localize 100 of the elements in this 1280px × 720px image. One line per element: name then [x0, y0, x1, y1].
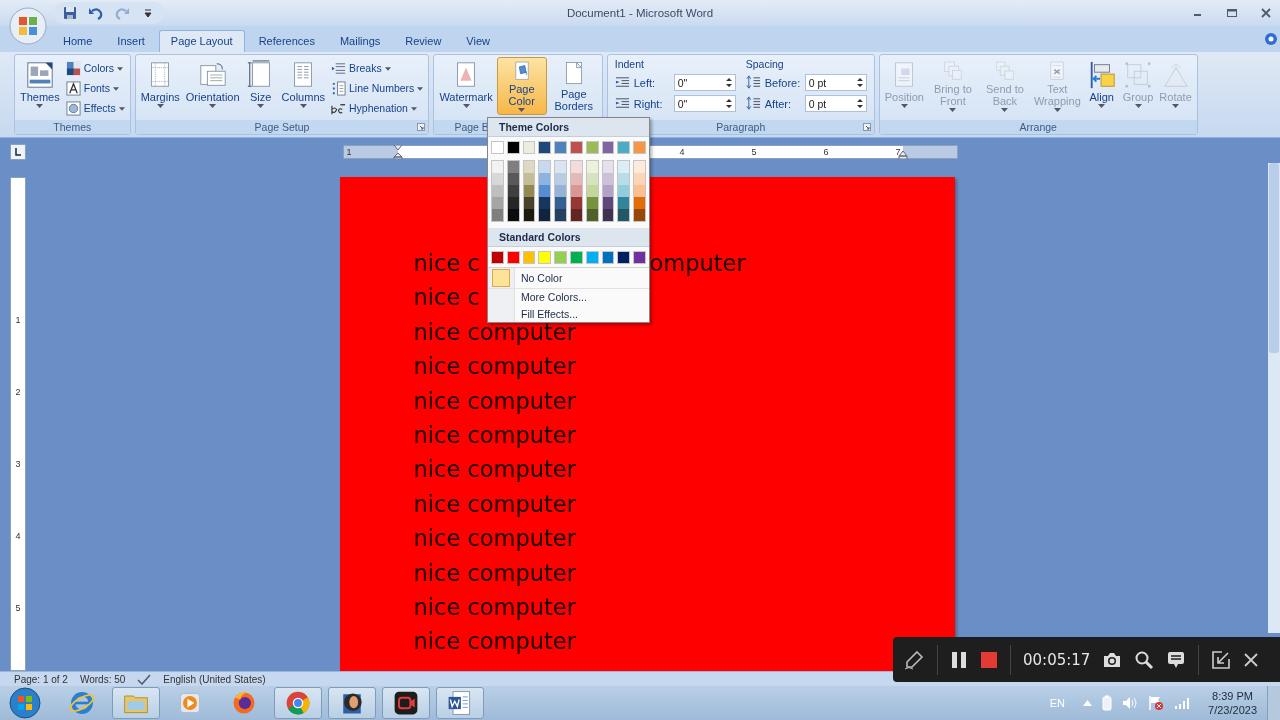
battery-icon[interactable]	[1102, 695, 1113, 711]
color-swatch[interactable]	[634, 185, 645, 197]
maximize-icon[interactable]	[1226, 7, 1238, 19]
color-swatch[interactable]	[538, 251, 552, 264]
color-swatch[interactable]	[492, 197, 503, 209]
word-count[interactable]: Words: 50	[79, 673, 126, 685]
spin-field[interactable]: 0"	[673, 95, 736, 112]
color-swatch[interactable]	[507, 209, 519, 221]
ribbon-button[interactable]: Margins	[138, 57, 182, 115]
color-swatch[interactable]	[555, 185, 566, 197]
color-swatch[interactable]	[491, 141, 504, 154]
ribbon-button[interactable]: Columns	[279, 57, 327, 115]
color-swatch[interactable]	[602, 161, 614, 173]
color-swatch[interactable]	[634, 161, 645, 173]
ribbon-tab[interactable]: View	[455, 31, 501, 52]
camera-icon[interactable]	[1102, 650, 1123, 669]
color-swatch[interactable]	[554, 141, 567, 154]
color-swatch[interactable]	[492, 185, 503, 197]
page-count[interactable]: Page: 1 of 2	[14, 673, 68, 685]
color-swatch[interactable]	[555, 161, 566, 173]
color-swatch[interactable]	[618, 173, 630, 185]
ribbon-tab[interactable]: Home	[52, 31, 104, 52]
ribbon-button[interactable]: Themes	[18, 57, 62, 115]
taskbar-button[interactable]	[382, 687, 430, 719]
color-swatch[interactable]	[507, 185, 519, 197]
dialog-launcher-icon[interactable]	[417, 123, 426, 131]
ribbon-button[interactable]: Orientation	[183, 57, 242, 115]
search-icon[interactable]	[1134, 649, 1155, 670]
color-swatch[interactable]	[602, 209, 614, 221]
color-swatch[interactable]	[586, 185, 598, 197]
color-swatch[interactable]	[555, 197, 566, 209]
ribbon-tab[interactable]: Insert	[106, 31, 156, 52]
undo-icon[interactable]	[88, 5, 104, 21]
color-swatch[interactable]	[523, 161, 535, 173]
clock-date[interactable]: 7/23/2023	[1208, 703, 1257, 717]
color-swatch[interactable]	[570, 251, 583, 264]
ribbon-tab[interactable]: Review	[394, 31, 453, 52]
show-desktop-button[interactable]	[1267, 686, 1280, 720]
spin-field[interactable]: 0 pt	[804, 95, 867, 112]
minimize-to-corner-icon[interactable]	[1211, 649, 1232, 670]
ribbon-button[interactable]: Breaks	[329, 59, 426, 77]
language-status[interactable]: English (United States)	[163, 673, 266, 685]
color-swatch[interactable]	[539, 161, 551, 173]
color-swatch[interactable]	[634, 197, 645, 209]
color-swatch[interactable]	[491, 251, 504, 264]
ribbon-button[interactable]: Align	[1084, 57, 1119, 115]
color-swatch[interactable]	[492, 209, 503, 221]
color-swatch[interactable]	[522, 141, 536, 154]
color-swatch[interactable]	[538, 141, 552, 154]
color-swatch[interactable]	[602, 197, 614, 209]
pause-icon[interactable]	[950, 650, 968, 669]
ribbon-button[interactable]: Hyphenation	[329, 99, 426, 117]
color-swatch[interactable]	[507, 197, 519, 209]
spin-arrows-icon[interactable]	[856, 77, 863, 88]
color-swatch[interactable]	[539, 197, 551, 209]
color-swatch[interactable]	[602, 173, 614, 185]
pen-icon[interactable]	[903, 648, 925, 671]
color-swatch[interactable]	[523, 173, 535, 185]
color-swatch[interactable]	[586, 197, 598, 209]
color-swatch[interactable]	[523, 209, 535, 221]
color-swatch[interactable]	[492, 173, 503, 185]
color-swatch[interactable]	[586, 161, 598, 173]
ribbon-button[interactable]: Effects	[63, 99, 127, 117]
color-swatch[interactable]	[539, 209, 551, 221]
color-swatch[interactable]	[492, 161, 503, 173]
color-swatch[interactable]	[618, 185, 630, 197]
show-hidden-icons-icon[interactable]	[1083, 700, 1093, 706]
color-swatch[interactable]	[523, 185, 535, 197]
color-swatch[interactable]	[618, 161, 630, 173]
ribbon-button[interactable]: Fonts	[63, 79, 127, 97]
color-swatch[interactable]	[602, 185, 614, 197]
color-swatch[interactable]	[571, 173, 582, 185]
ribbon-button[interactable]: Page Color	[496, 57, 547, 115]
color-swatch[interactable]	[634, 173, 645, 185]
indent-marker-icon[interactable]	[393, 145, 403, 159]
dialog-launcher-icon[interactable]	[862, 123, 871, 131]
help-icon[interactable]	[1264, 32, 1278, 46]
ribbon-tab[interactable]: References	[247, 31, 326, 52]
ribbon-button[interactable]: Line Numbers	[329, 79, 426, 97]
spin-field[interactable]: 0 pt	[804, 74, 867, 91]
color-swatch[interactable]	[507, 173, 519, 185]
taskbar-button[interactable]	[328, 687, 376, 719]
menu-item[interactable]: More Colors...	[488, 288, 649, 306]
right-indent-marker-icon[interactable]	[898, 151, 908, 159]
spin-arrows-icon[interactable]	[856, 98, 863, 109]
color-swatch[interactable]	[601, 251, 615, 264]
ribbon-button[interactable]: Colors	[63, 59, 127, 77]
signal-icon[interactable]	[1174, 697, 1191, 709]
color-swatch[interactable]	[506, 141, 520, 154]
proofing-check-icon[interactable]	[137, 673, 152, 685]
spin-arrows-icon[interactable]	[725, 98, 732, 109]
color-swatch[interactable]	[555, 209, 566, 221]
ribbon-button[interactable]: Page Borders	[548, 57, 599, 115]
color-swatch[interactable]	[633, 141, 646, 154]
color-swatch[interactable]	[523, 197, 535, 209]
tab-stop-icon[interactable]	[10, 144, 26, 160]
save-icon[interactable]	[62, 5, 78, 21]
color-swatch[interactable]	[522, 251, 536, 264]
comment-icon[interactable]	[1166, 649, 1187, 670]
ribbon-tab[interactable]: Page Layout	[158, 30, 245, 52]
